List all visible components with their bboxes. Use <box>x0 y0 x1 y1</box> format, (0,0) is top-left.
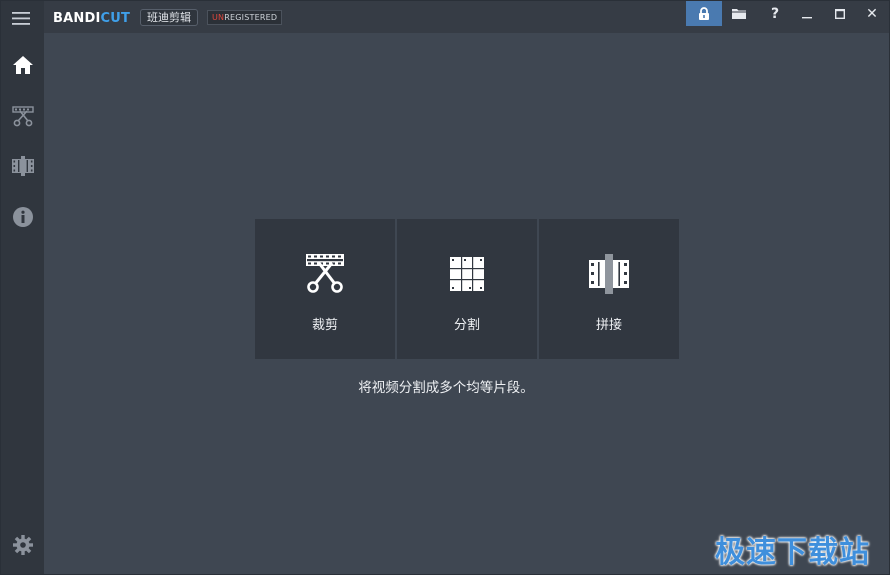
lock-button[interactable] <box>686 1 722 26</box>
film-join-icon <box>589 254 629 294</box>
maximize-icon <box>835 8 845 19</box>
maximize-button[interactable] <box>823 1 857 26</box>
app-logo: BANDI CUT <box>53 10 130 26</box>
hamburger-icon <box>12 12 30 25</box>
grid-split-icon <box>450 257 484 291</box>
home-icon <box>12 56 33 74</box>
cut-mode-label: 裁剪 <box>311 318 338 333</box>
scissors-film-icon <box>11 106 34 127</box>
sidebar-item-join[interactable] <box>1 146 44 186</box>
mode-description: 将视频分割成多个均等片段。 <box>358 380 534 396</box>
reg-prefix: UN <box>212 13 225 22</box>
sidebar-item-cut[interactable] <box>1 96 44 136</box>
close-icon: ✕ <box>866 5 878 22</box>
film-join-icon <box>11 156 34 176</box>
reg-rest: REGISTERED <box>224 13 278 22</box>
gear-icon <box>12 535 33 555</box>
split-mode-card[interactable]: 分割 <box>397 219 537 359</box>
unregistered-badge[interactable]: UNREGISTERED <box>207 10 283 25</box>
minimize-icon <box>802 16 812 18</box>
logo-accent: CUT <box>100 10 131 26</box>
split-mode-label: 分割 <box>453 318 480 333</box>
help-button[interactable]: ? <box>758 1 792 26</box>
cut-mode-card[interactable]: 裁剪 <box>255 219 395 359</box>
hamburger-menu-button[interactable] <box>12 10 32 26</box>
join-mode-label: 拼接 <box>595 318 622 333</box>
lock-icon <box>699 7 709 20</box>
mode-cards: 裁剪 分割 拼接 <box>255 219 679 359</box>
sidebar-item-home[interactable] <box>1 45 44 85</box>
minimize-button[interactable] <box>790 1 824 26</box>
folder-icon <box>732 9 746 19</box>
app-window: BANDI CUT 班迪剪辑 UNREGISTERED ? ✕ 裁剪 分割 拼接… <box>0 0 890 575</box>
app-name-badge: 班迪剪辑 <box>140 9 198 26</box>
info-icon <box>12 207 33 227</box>
sidebar <box>1 1 44 574</box>
help-icon: ? <box>770 5 780 22</box>
sidebar-item-info[interactable] <box>1 197 44 237</box>
join-mode-card[interactable]: 拼接 <box>539 219 679 359</box>
open-folder-button[interactable] <box>722 1 756 26</box>
scissors-film-icon <box>306 254 344 293</box>
settings-button[interactable] <box>1 525 44 565</box>
logo-main: BANDI <box>53 10 101 26</box>
title-bar: BANDI CUT 班迪剪辑 UNREGISTERED ? ✕ <box>1 1 889 33</box>
close-button[interactable]: ✕ <box>855 1 889 26</box>
watermark: 极速下载站 <box>715 535 870 570</box>
